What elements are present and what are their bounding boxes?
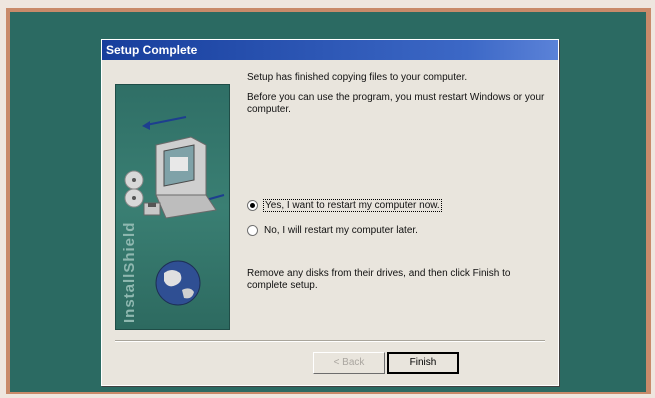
restart-now-label[interactable]: Yes, I want to restart my computer now. (263, 199, 442, 212)
back-button[interactable]: < Back (313, 352, 385, 374)
installshield-side-panel: InstallShield (115, 84, 230, 330)
restart-later-option[interactable]: No, I will restart my computer later. (247, 225, 418, 236)
setup-complete-dialog: Setup Complete InstallShield Setup has f… (101, 39, 559, 386)
floppy-disk-icon (143, 202, 161, 216)
cd-icon (124, 170, 144, 208)
restart-now-radio[interactable] (247, 200, 258, 211)
remove-disks-text: Remove any disks from their drives, and … (247, 268, 511, 291)
installshield-brand-text: InstallShield (121, 221, 138, 323)
button-divider (115, 340, 545, 342)
restart-later-label[interactable]: No, I will restart my computer later. (264, 225, 418, 236)
dialog-title[interactable]: Setup Complete (102, 40, 558, 60)
finished-copying-text: Setup has finished copying files to your… (247, 72, 468, 83)
restart-later-radio[interactable] (247, 225, 258, 236)
finish-button[interactable]: Finish (387, 352, 459, 374)
restart-required-text: Before you can use the program, you must… (247, 92, 545, 115)
globe-icon (155, 260, 201, 306)
restart-now-option[interactable]: Yes, I want to restart my computer now. (247, 199, 442, 212)
computer-icon (155, 136, 217, 219)
